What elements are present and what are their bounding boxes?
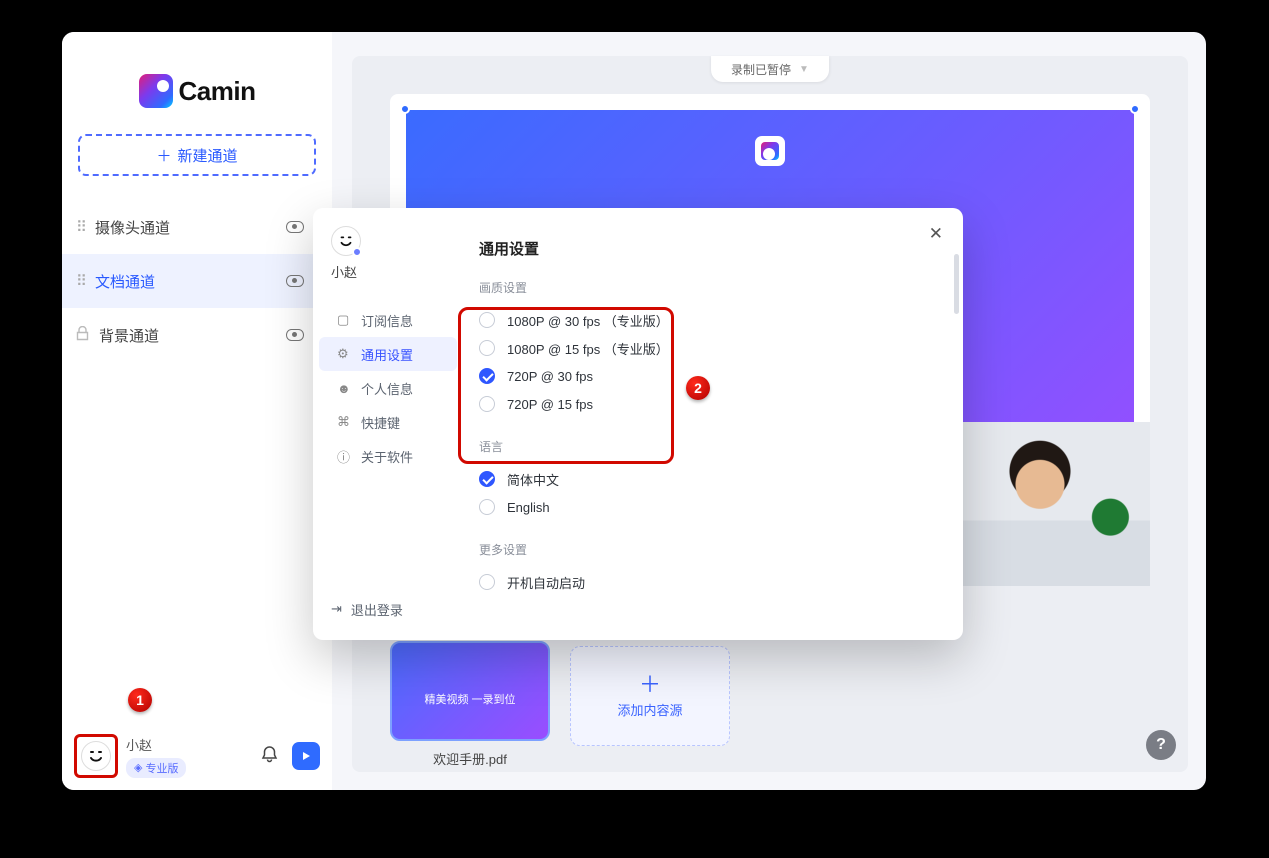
user-name: 小赵	[126, 735, 186, 754]
channel-item-camera[interactable]: ⠿ 摄像头通道 ›	[62, 200, 332, 254]
close-button[interactable]: ✕	[929, 224, 943, 244]
record-status-label: 录制已暂停	[731, 61, 791, 78]
document-source-tile[interactable]: 精美视频 一录到位 欢迎手册.pdf	[390, 641, 550, 768]
play-button[interactable]	[292, 742, 320, 770]
channel-item-background[interactable]: 背景通道 ›	[62, 308, 332, 362]
smile-avatar-icon	[331, 226, 361, 256]
resize-handle-top-right[interactable]	[1130, 104, 1140, 114]
bookmark-icon: ▢	[337, 312, 352, 328]
channel-item-document[interactable]: ⠿ 文档通道 ›	[62, 254, 332, 308]
app-logo-mark	[761, 142, 779, 160]
notifications-button[interactable]	[261, 745, 278, 768]
app-name: Camin	[179, 76, 256, 107]
visibility-icon[interactable]	[286, 275, 304, 287]
chevron-down-icon: ▼	[799, 64, 809, 75]
radio-icon	[479, 574, 495, 590]
radio-icon-checked	[479, 471, 495, 487]
sidebar: Camin ＋ 新建通道 ⠿ 摄像头通道 › ⠿ 文档通道 ›	[62, 32, 332, 790]
channel-list: ⠿ 摄像头通道 › ⠿ 文档通道 › 背景通道	[62, 200, 332, 362]
document-caption: 欢迎手册.pdf	[390, 749, 550, 768]
scrollbar[interactable]	[954, 254, 959, 314]
document-thumbnail: 精美视频 一录到位	[390, 641, 550, 741]
nav-general[interactable]: ⚙ 通用设置	[319, 337, 457, 371]
drag-handle-icon[interactable]: ⠿	[76, 218, 85, 236]
record-status-pill[interactable]: 录制已暂停 ▼	[711, 56, 829, 82]
plus-icon: ＋	[156, 145, 171, 166]
sidebar-footer: 小赵 ◈ 专业版	[74, 734, 320, 778]
app-logo: Camin	[62, 74, 332, 108]
resize-handle-top-left[interactable]	[400, 104, 410, 114]
settings-user: 小赵	[313, 226, 463, 281]
section-quality-header: 画质设置	[479, 279, 933, 296]
add-source-button[interactable]: ＋ 添加内容源	[570, 646, 730, 746]
camera-preview[interactable]	[930, 422, 1150, 586]
section-more-header: 更多设置	[479, 541, 933, 558]
nav-about[interactable]: ⓘ 关于软件	[319, 439, 457, 473]
nav-shortcuts[interactable]: ⌘ 快捷键	[319, 405, 457, 439]
channel-label: 摄像头通道	[95, 217, 170, 238]
nav-profile[interactable]: ☻ 个人信息	[319, 371, 457, 405]
nav-subscription[interactable]: ▢ 订阅信息	[319, 303, 457, 337]
logout-icon: ⇥	[331, 601, 342, 617]
new-channel-label: 新建通道	[178, 145, 238, 166]
app-window: Camin ＋ 新建通道 ⠿ 摄像头通道 › ⠿ 文档通道 ›	[62, 32, 1206, 790]
settings-title: 通用设置	[479, 238, 933, 259]
user-avatar-button[interactable]	[74, 734, 118, 778]
new-channel-button[interactable]: ＋ 新建通道	[78, 134, 316, 176]
visibility-icon[interactable]	[286, 329, 304, 341]
annotation-badge-1: 1	[128, 688, 152, 712]
autostart-option[interactable]: 开机自动启动	[479, 568, 933, 596]
smile-avatar-icon	[81, 741, 111, 771]
logout-button[interactable]: ⇥ 退出登录	[313, 592, 463, 626]
gear-icon: ⚙	[337, 346, 352, 362]
channel-label: 背景通道	[99, 325, 159, 346]
keyboard-icon: ⌘	[337, 414, 352, 430]
info-icon: ⓘ	[337, 447, 352, 466]
annotation-box-2	[458, 307, 674, 464]
annotation-badge-2: 2	[686, 376, 710, 400]
preview-app-badge	[755, 136, 785, 166]
drag-handle-icon[interactable]: ⠿	[76, 272, 85, 290]
help-button[interactable]: ?	[1146, 730, 1176, 760]
settings-sidebar: 小赵 ▢ 订阅信息 ⚙ 通用设置 ☻ 个人信息 ⌘ 快捷键	[313, 208, 463, 640]
camera-photo	[930, 422, 1150, 586]
channel-label: 文档通道	[95, 271, 155, 292]
settings-user-name: 小赵	[331, 262, 445, 281]
radio-icon	[479, 499, 495, 515]
pro-badge: ◈ 专业版	[126, 758, 186, 778]
language-option-zh[interactable]: 简体中文	[479, 465, 933, 493]
section-more: 更多设置 开机自动启动	[479, 541, 933, 596]
status-dot-icon	[352, 247, 362, 257]
diamond-icon: ◈	[134, 761, 142, 774]
user-icon: ☻	[337, 381, 352, 396]
lock-icon	[76, 326, 89, 345]
add-source-label: 添加内容源	[617, 700, 682, 719]
visibility-icon[interactable]	[286, 221, 304, 233]
settings-nav: ▢ 订阅信息 ⚙ 通用设置 ☻ 个人信息 ⌘ 快捷键 ⓘ 关于软件	[313, 303, 463, 473]
app-logo-mark	[139, 74, 173, 108]
plus-icon: ＋	[639, 674, 661, 696]
language-option-en[interactable]: English	[479, 493, 933, 521]
